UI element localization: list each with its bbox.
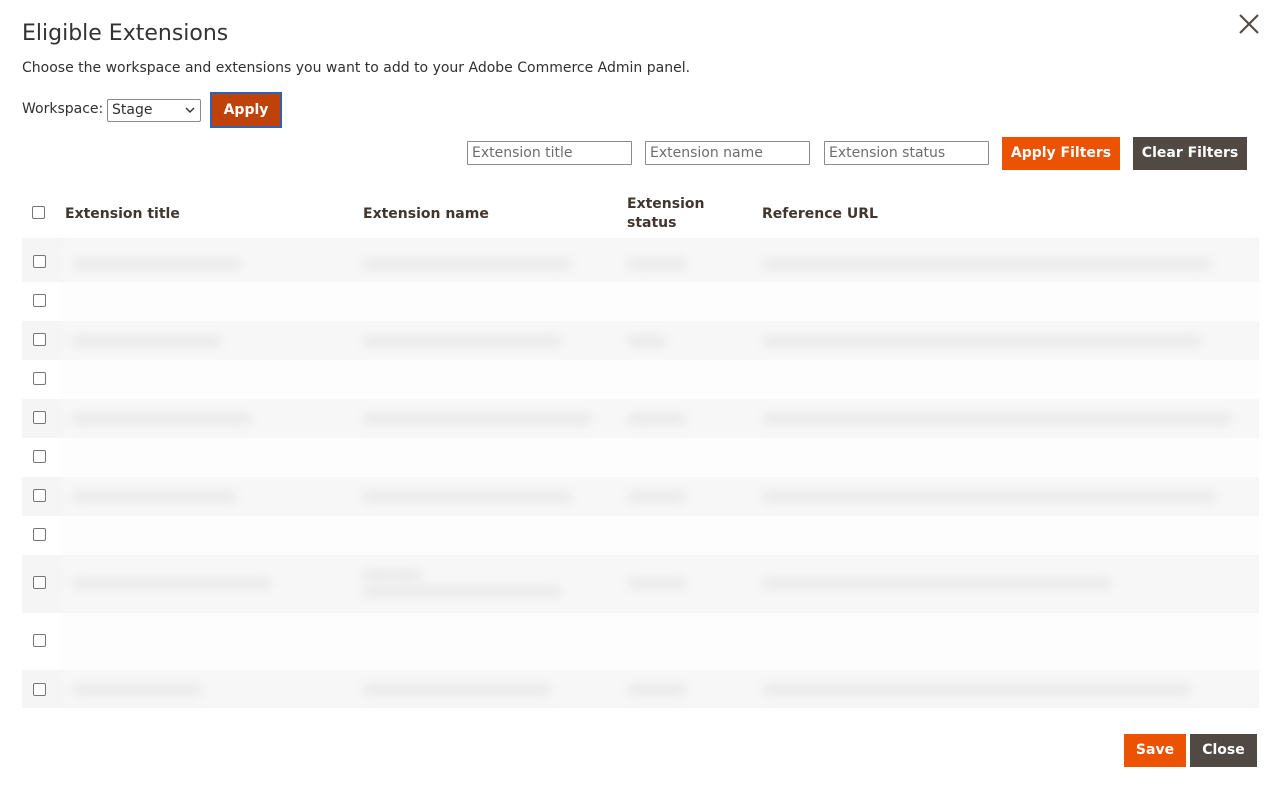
table-row[interactable]: [22, 613, 1259, 670]
table-row[interactable]: [22, 238, 1259, 282]
save-button[interactable]: Save: [1124, 734, 1186, 767]
table-row[interactable]: [22, 282, 1259, 321]
extension-title-filter-input[interactable]: [467, 141, 632, 165]
column-header-extension-name: Extension name: [363, 206, 489, 222]
workspace-select[interactable]: Stage: [107, 99, 201, 122]
table-row[interactable]: [22, 360, 1259, 399]
table-row[interactable]: [22, 670, 1259, 708]
table-row[interactable]: [22, 399, 1259, 438]
table-row[interactable]: [22, 438, 1259, 477]
row-checkbox[interactable]: [33, 489, 46, 502]
table-row[interactable]: [22, 555, 1259, 613]
row-checkbox[interactable]: [33, 294, 46, 307]
row-checkbox[interactable]: [33, 450, 46, 463]
close-icon[interactable]: [1237, 12, 1261, 36]
row-checkbox[interactable]: [33, 634, 46, 647]
row-checkbox[interactable]: [33, 255, 46, 268]
column-header-extension-title: Extension title: [65, 206, 180, 222]
column-header-status-line1: Extension: [627, 196, 705, 212]
select-all-checkbox[interactable]: [32, 206, 45, 219]
dialog-title: Eligible Extensions: [22, 21, 229, 46]
extension-status-filter-input[interactable]: [824, 141, 989, 165]
close-button[interactable]: Close: [1190, 734, 1257, 767]
table-row[interactable]: [22, 516, 1259, 555]
apply-filters-button[interactable]: Apply Filters: [1002, 137, 1120, 170]
row-checkbox[interactable]: [33, 528, 46, 541]
row-checkbox[interactable]: [33, 576, 46, 589]
clear-filters-button[interactable]: Clear Filters: [1133, 137, 1247, 170]
eligible-extensions-dialog: Eligible Extensions Choose the workspace…: [0, 0, 1280, 791]
column-header-status-line2: status: [627, 215, 677, 231]
extension-name-filter-input[interactable]: [645, 141, 810, 165]
row-checkbox[interactable]: [33, 683, 46, 696]
workspace-apply-button[interactable]: Apply: [210, 92, 282, 128]
column-header-reference-url: Reference URL: [762, 206, 878, 222]
table-row[interactable]: [22, 321, 1259, 360]
extensions-table-body: [22, 238, 1259, 708]
workspace-selected-value: Stage: [112, 102, 153, 118]
row-checkbox[interactable]: [33, 372, 46, 385]
row-checkbox[interactable]: [33, 333, 46, 346]
dialog-description: Choose the workspace and extensions you …: [22, 60, 691, 76]
chevron-down-icon: [185, 107, 195, 113]
row-checkbox[interactable]: [33, 411, 46, 424]
table-row[interactable]: [22, 477, 1259, 516]
workspace-label: Workspace:: [22, 101, 104, 117]
column-header-extension-status: Extension status: [627, 195, 704, 233]
